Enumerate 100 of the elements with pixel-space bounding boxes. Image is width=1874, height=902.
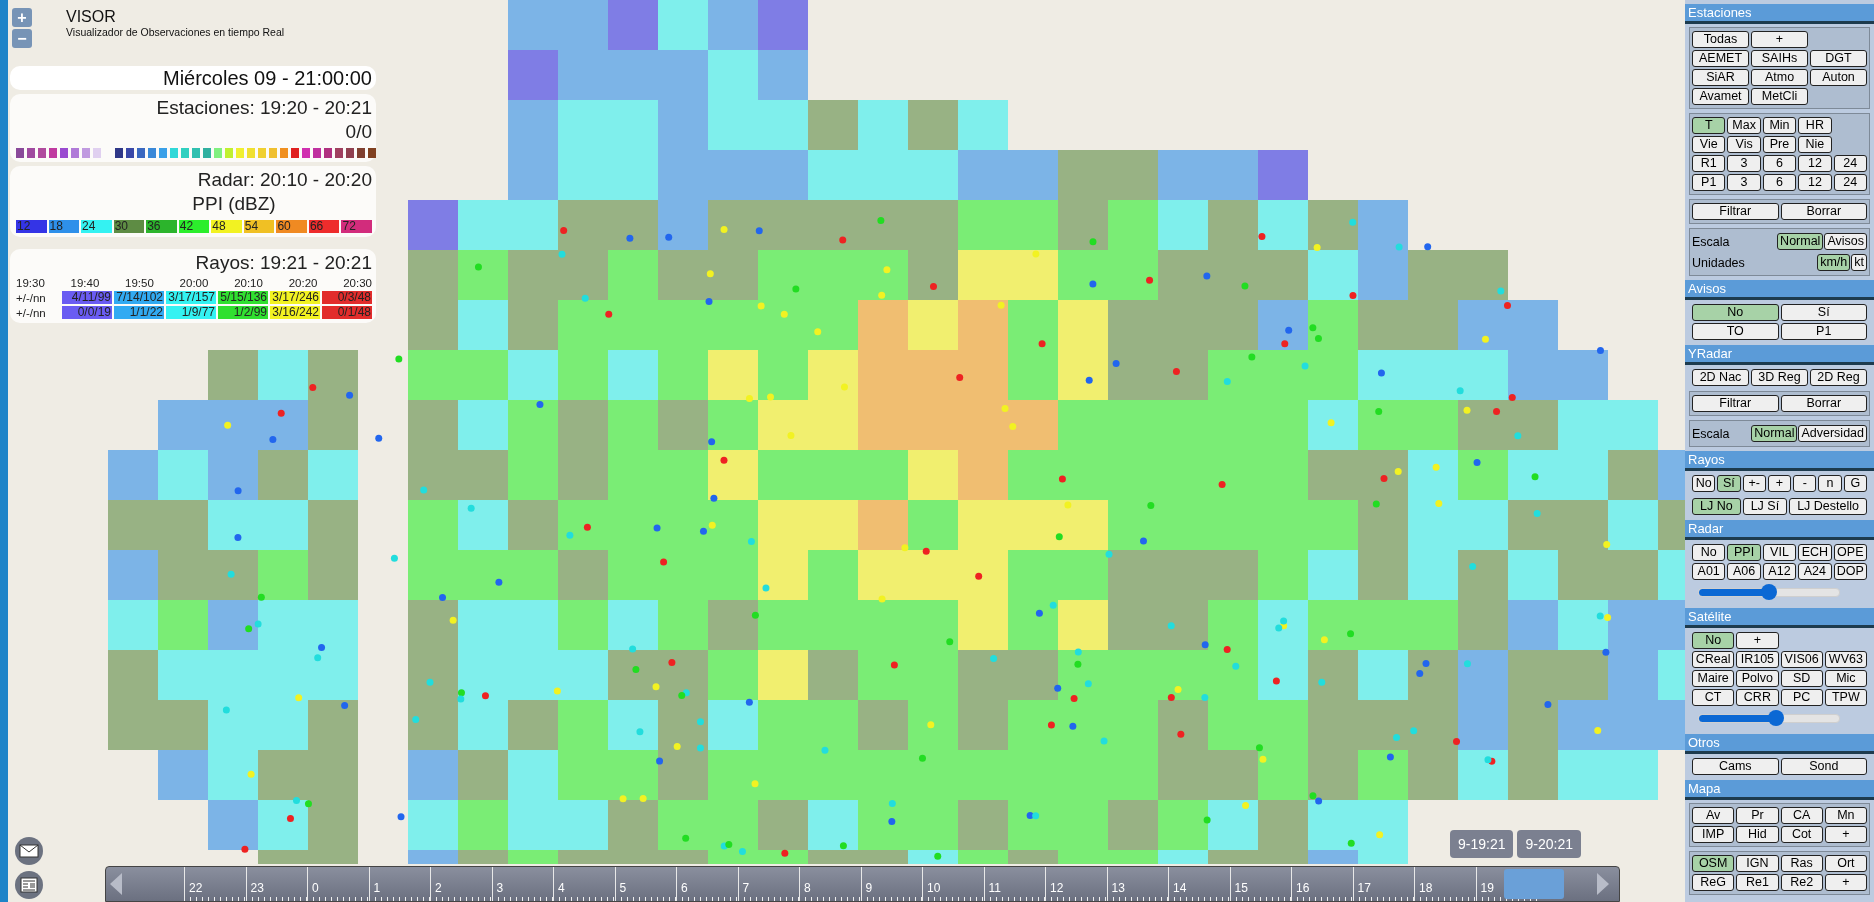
toggle-button[interactable]: Todas — [1692, 31, 1749, 48]
timeline-bar[interactable]: 22 23 0 1 2 3 4 5 6 7 8 9 10 11 12 13 14 15 16 17 18 19 — [105, 866, 1620, 902]
toggle-button[interactable]: Ort — [1824, 855, 1867, 872]
toggle-button[interactable]: Filtrar — [1692, 395, 1779, 412]
toggle-button[interactable]: PPI — [1727, 544, 1761, 561]
toggle-button[interactable]: SiAR — [1692, 69, 1749, 86]
left-arrow-icon[interactable] — [110, 873, 122, 895]
toggle-button[interactable]: DOP — [1833, 563, 1867, 580]
toggle-button[interactable]: MetCli — [1751, 88, 1808, 105]
toggle-button[interactable]: Auton — [1810, 69, 1867, 86]
toggle-button[interactable]: Avamet — [1692, 88, 1749, 105]
toggle-button[interactable]: IMP — [1692, 826, 1735, 843]
toggle-button[interactable]: Sond — [1780, 758, 1867, 775]
toggle-button[interactable]: Pr — [1736, 807, 1779, 824]
toggle-button[interactable]: Vie — [1692, 136, 1726, 153]
toggle-button[interactable]: 3 — [1727, 174, 1761, 191]
toggle-button[interactable]: Hid — [1736, 826, 1779, 843]
toggle-button[interactable]: WV63 — [1824, 651, 1867, 668]
toggle-button[interactable]: km/h — [1817, 254, 1851, 271]
toggle-button[interactable]: No — [1692, 544, 1726, 561]
toggle-button[interactable]: A24 — [1798, 563, 1832, 580]
toggle-button[interactable]: SD — [1780, 670, 1823, 687]
toggle-button[interactable]: PC — [1780, 689, 1823, 706]
toggle-button[interactable]: 24 — [1833, 174, 1867, 191]
map-placeholder[interactable] — [8, 0, 1685, 902]
right-arrow-icon[interactable] — [1597, 873, 1609, 895]
toggle-button[interactable]: DGT — [1810, 50, 1867, 67]
toggle-button[interactable]: No — [1692, 475, 1716, 492]
toggle-button[interactable]: R1 — [1692, 155, 1726, 172]
slider-thumb[interactable] — [1768, 710, 1784, 726]
toggle-button[interactable]: Atmo — [1751, 69, 1808, 86]
toggle-button[interactable]: TPW — [1824, 689, 1867, 706]
toggle-button[interactable]: 3D Reg — [1751, 369, 1808, 386]
toggle-button[interactable]: CT — [1692, 689, 1735, 706]
toggle-button[interactable]: + — [1824, 826, 1867, 843]
toggle-button[interactable]: OSM — [1692, 855, 1735, 872]
toggle-button[interactable]: Cams — [1692, 758, 1779, 775]
toggle-button[interactable]: OPE — [1833, 544, 1867, 561]
slider-thumb[interactable] — [1761, 584, 1777, 600]
toggle-button[interactable]: LJ No — [1692, 498, 1741, 515]
toggle-button[interactable]: - — [1793, 475, 1817, 492]
toggle-button[interactable]: Re1 — [1736, 874, 1779, 891]
toggle-button[interactable]: Adversidad — [1798, 425, 1867, 442]
toggle-button[interactable]: SAIHs — [1751, 50, 1808, 67]
toggle-button[interactable]: Normal — [1751, 425, 1798, 442]
toggle-button[interactable]: AEMET — [1692, 50, 1749, 67]
toggle-button[interactable]: +- — [1742, 475, 1766, 492]
toggle-button[interactable]: Max — [1727, 117, 1761, 134]
toggle-button[interactable]: Maire — [1692, 670, 1735, 687]
toggle-button[interactable]: Normal — [1777, 233, 1824, 250]
toggle-button[interactable]: n — [1818, 475, 1842, 492]
newspaper-icon[interactable] — [14, 870, 44, 900]
toggle-button[interactable]: 2D Reg — [1810, 369, 1867, 386]
toggle-button[interactable]: ECH — [1798, 544, 1832, 561]
toggle-button[interactable]: Nie — [1798, 136, 1832, 153]
toggle-button[interactable]: P1 — [1780, 323, 1867, 340]
toggle-button[interactable]: 12 — [1798, 155, 1832, 172]
toggle-button[interactable]: Pre — [1762, 136, 1797, 153]
toggle-button[interactable]: G — [1843, 475, 1867, 492]
toggle-button[interactable]: HR — [1798, 117, 1832, 134]
mail-icon[interactable] — [14, 836, 44, 866]
toggle-button[interactable]: Vis — [1727, 136, 1761, 153]
toggle-button[interactable]: Sí — [1717, 475, 1741, 492]
toggle-button[interactable]: Ras — [1780, 855, 1823, 872]
toggle-button[interactable]: Cot — [1780, 826, 1823, 843]
toggle-button[interactable]: 24 — [1833, 155, 1867, 172]
toggle-button[interactable]: Mn — [1824, 807, 1867, 824]
toggle-button[interactable]: No — [1692, 304, 1779, 321]
toggle-button[interactable]: A01 — [1692, 563, 1726, 580]
toggle-button[interactable]: + — [1767, 475, 1792, 492]
toggle-button[interactable]: VIL — [1762, 544, 1797, 561]
toggle-button[interactable]: P1 — [1692, 174, 1726, 191]
toggle-button[interactable]: IR105 — [1736, 651, 1779, 668]
toggle-button[interactable]: TO — [1692, 323, 1779, 340]
toggle-button[interactable]: kt — [1851, 254, 1867, 271]
toggle-button[interactable]: 2D Nac — [1692, 369, 1749, 386]
toggle-button[interactable]: 6 — [1762, 174, 1797, 191]
toggle-button[interactable]: A12 — [1762, 563, 1797, 580]
toggle-button[interactable]: No — [1692, 632, 1735, 649]
toggle-button[interactable]: ReG — [1692, 874, 1735, 891]
toggle-button[interactable]: A06 — [1727, 563, 1761, 580]
toggle-button[interactable]: LJ Destello — [1789, 498, 1867, 515]
toggle-button[interactable]: + — [1751, 31, 1808, 48]
toggle-button[interactable]: CReal — [1692, 651, 1735, 668]
toggle-button[interactable]: 3 — [1727, 155, 1761, 172]
toggle-button[interactable]: Av — [1692, 807, 1735, 824]
toggle-button[interactable]: + — [1736, 632, 1779, 649]
toggle-button[interactable]: 12 — [1798, 174, 1832, 191]
toggle-button[interactable]: VIS06 — [1780, 651, 1823, 668]
toggle-button[interactable]: Mic — [1824, 670, 1867, 687]
toggle-button[interactable]: IGN — [1736, 855, 1779, 872]
toggle-button[interactable]: Min — [1762, 117, 1797, 134]
toggle-button[interactable]: + — [1824, 874, 1867, 891]
toggle-button[interactable]: LJ Sí — [1742, 498, 1788, 515]
toggle-button[interactable]: CA — [1780, 807, 1823, 824]
toggle-button[interactable]: Borrar — [1780, 203, 1867, 220]
toggle-button[interactable]: Borrar — [1780, 395, 1867, 412]
toggle-button[interactable]: Filtrar — [1692, 203, 1779, 220]
toggle-button[interactable]: Sí — [1780, 304, 1867, 321]
toggle-button[interactable]: T — [1692, 117, 1726, 134]
